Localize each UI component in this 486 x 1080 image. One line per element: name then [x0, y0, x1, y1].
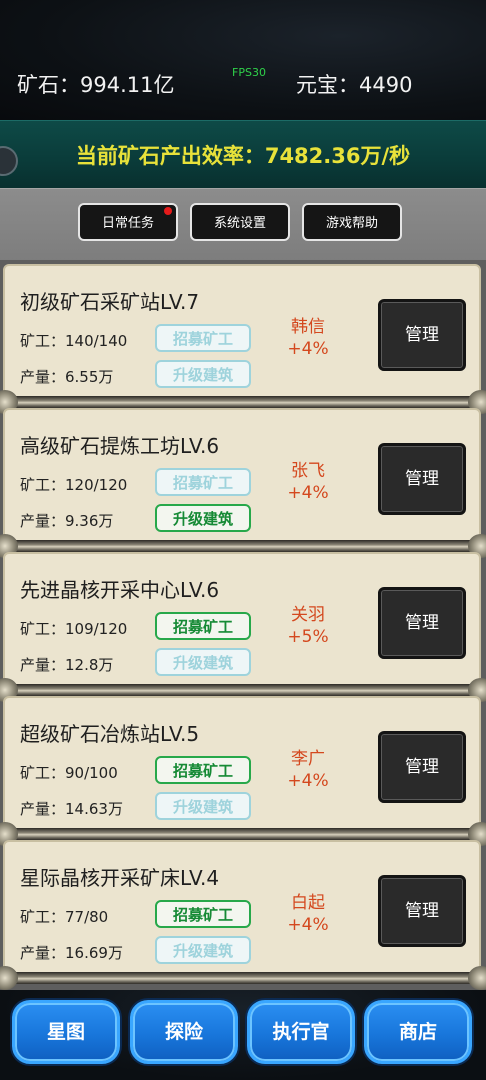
production-rate: 当前矿石产出效率：7482.36万/秒: [75, 144, 411, 168]
system-settings-button[interactable]: 系统设置: [190, 203, 290, 241]
yuanbao-counter: 元宝：4490: [296, 73, 413, 97]
upgrade-button[interactable]: 升级建筑: [155, 504, 251, 532]
building-list[interactable]: 初级矿石采矿站LV.7 矿工：140/140 产量：6.55万 招募矿工 升级建…: [0, 260, 486, 990]
building-card: 超级矿石冶炼站LV.5 矿工：90/100 产量：14.63万 招募矿工 升级建…: [3, 696, 481, 830]
recruit-button[interactable]: 招募矿工: [155, 612, 251, 640]
recruit-button[interactable]: 招募矿工: [155, 756, 251, 784]
manage-button[interactable]: 管理: [378, 587, 466, 659]
workers-label: 矿工：77/80: [20, 908, 109, 926]
bonus-value: +5%: [287, 627, 329, 647]
building-card: 高级矿石提炼工坊LV.6 矿工：120/120 产量：9.36万 招募矿工 升级…: [3, 408, 481, 542]
recruit-button[interactable]: 招募矿工: [155, 324, 251, 352]
building-card: 先进晶核开采中心LV.6 矿工：109/120 产量：12.8万 招募矿工 升级…: [3, 552, 481, 686]
manage-button[interactable]: 管理: [378, 299, 466, 371]
nav-shop-button[interactable]: 商店: [364, 1000, 472, 1064]
output-label: 产量：16.69万: [20, 944, 123, 962]
nav-explore-button[interactable]: 探险: [130, 1000, 238, 1064]
general-name: 张飞: [291, 461, 325, 481]
ornate-divider: [0, 822, 486, 846]
building-title: 初级矿石采矿站LV.7: [20, 290, 200, 314]
upgrade-button[interactable]: 升级建筑: [155, 360, 251, 388]
general-bonus: 白起 +4%: [285, 892, 331, 936]
manage-button[interactable]: 管理: [378, 875, 466, 947]
general-bonus: 李广 +4%: [285, 748, 331, 792]
fps-counter: FPS30: [232, 66, 266, 79]
notification-dot-icon: [164, 207, 172, 215]
top-bar: [0, 0, 486, 120]
upgrade-button[interactable]: 升级建筑: [155, 936, 251, 964]
building-title: 先进晶核开采中心LV.6: [20, 578, 220, 602]
output-label: 产量：6.55万: [20, 368, 114, 386]
bonus-value: +4%: [287, 339, 329, 359]
workers-label: 矿工：90/100: [20, 764, 118, 782]
ornate-divider: [0, 678, 486, 702]
building-card: 星际晶核开采矿床LV.4 矿工：77/80 产量：16.69万 招募矿工 升级建…: [3, 840, 481, 974]
manage-button[interactable]: 管理: [378, 731, 466, 803]
general-name: 白起: [291, 893, 325, 913]
workers-label: 矿工：120/120: [20, 476, 128, 494]
manage-button[interactable]: 管理: [378, 443, 466, 515]
general-bonus: 关羽 +5%: [285, 604, 331, 648]
ore-counter: 矿石：994.11亿: [17, 73, 175, 97]
bonus-value: +4%: [287, 915, 329, 935]
general-name: 韩信: [291, 317, 325, 337]
ornate-divider: [0, 534, 486, 558]
general-name: 关羽: [291, 605, 325, 625]
nav-star-map-button[interactable]: 星图: [12, 1000, 120, 1064]
building-title: 超级矿石冶炼站LV.5: [20, 722, 200, 746]
building-title: 星际晶核开采矿床LV.4: [20, 866, 220, 890]
bonus-value: +4%: [287, 771, 329, 791]
ornate-divider: [0, 966, 486, 990]
output-label: 产量：12.8万: [20, 656, 114, 674]
bonus-value: +4%: [287, 483, 329, 503]
general-bonus: 张飞 +4%: [285, 460, 331, 504]
workers-label: 矿工：109/120: [20, 620, 128, 638]
output-label: 产量：9.36万: [20, 512, 114, 530]
game-help-button[interactable]: 游戏帮助: [302, 203, 402, 241]
general-bonus: 韩信 +4%: [285, 316, 331, 360]
upgrade-button[interactable]: 升级建筑: [155, 792, 251, 820]
daily-tasks-button[interactable]: 日常任务: [78, 203, 178, 241]
building-card: 初级矿石采矿站LV.7 矿工：140/140 产量：6.55万 招募矿工 升级建…: [3, 264, 481, 398]
workers-label: 矿工：140/140: [20, 332, 128, 350]
general-name: 李广: [291, 749, 325, 769]
ornate-divider: [0, 390, 486, 414]
nav-executive-button[interactable]: 执行官: [247, 1000, 355, 1064]
building-title: 高级矿石提炼工坊LV.6: [20, 434, 220, 458]
output-label: 产量：14.63万: [20, 800, 123, 818]
recruit-button[interactable]: 招募矿工: [155, 468, 251, 496]
upgrade-button[interactable]: 升级建筑: [155, 648, 251, 676]
recruit-button[interactable]: 招募矿工: [155, 900, 251, 928]
